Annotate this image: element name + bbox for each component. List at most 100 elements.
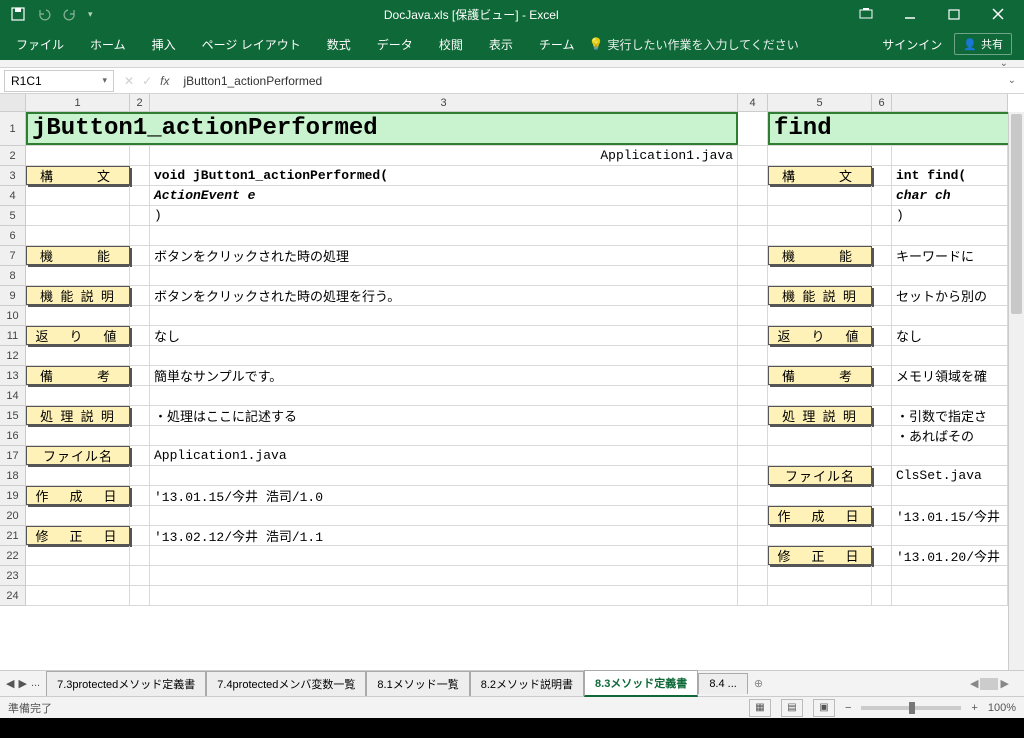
scroll-right-icon[interactable]: ▶ [1000,677,1008,690]
cell[interactable] [892,346,1008,365]
enter-icon[interactable]: ✓ [142,74,152,88]
row-header[interactable]: 19 [0,486,25,506]
cell[interactable] [738,166,768,185]
tab-nav-prev-icon[interactable]: ◀ [6,677,14,690]
cell[interactable] [738,586,768,605]
cell[interactable]: ) [892,206,1008,225]
cell[interactable] [738,246,768,265]
cell[interactable] [738,346,768,365]
expand-ribbon-icon[interactable]: ⌄ [1000,58,1008,69]
tab-insert[interactable]: 挿入 [140,30,188,59]
col-header[interactable]: 3 [150,94,738,111]
sheet-tab[interactable]: 7.3protectedメソッド定義書 [46,671,206,696]
row-header[interactable]: 14 [0,386,25,406]
cell[interactable] [738,226,768,245]
cell[interactable] [26,186,130,205]
cell[interactable] [768,226,872,245]
cell[interactable] [738,486,768,505]
cell[interactable] [872,346,892,365]
cell[interactable] [738,206,768,225]
label-syntax-2[interactable]: 構 文 [768,166,872,185]
cell[interactable] [738,306,768,325]
cell[interactable] [872,586,892,605]
expand-formula-icon[interactable]: ⌄ [1000,75,1024,86]
cell[interactable] [892,526,1008,545]
cell[interactable] [768,426,872,445]
cell[interactable] [26,586,130,605]
row-header[interactable]: 20 [0,506,25,526]
cell[interactable] [130,146,150,165]
tab-formulas[interactable]: 数式 [315,30,363,59]
cell[interactable] [872,186,892,205]
cell[interactable] [130,446,150,465]
cell[interactable] [738,546,768,565]
zoom-level[interactable]: 100% [988,702,1016,714]
cell[interactable] [130,166,150,185]
ribbon-options-icon[interactable] [848,0,884,28]
cell[interactable] [872,526,892,545]
row-header[interactable]: 13 [0,366,25,386]
cell[interactable] [872,406,892,425]
cell[interactable] [872,146,892,165]
cell[interactable]: char ch [892,186,1008,205]
cell[interactable] [872,546,892,565]
cell[interactable] [738,112,768,145]
cell[interactable] [768,186,872,205]
cells[interactable]: jButton1_actionPerformed find Applicatio… [26,112,1008,670]
tab-home[interactable]: ホーム [78,30,138,59]
cell[interactable]: void jButton1_actionPerformed( [150,166,738,185]
col-header[interactable] [892,94,1008,111]
cell[interactable] [130,466,150,485]
sheet-tab[interactable]: 8.1メソッド一覧 [366,671,469,696]
cell[interactable]: 簡単なサンプルです。 [150,366,738,385]
cell[interactable]: セットから別の [892,286,1008,305]
cell[interactable] [892,586,1008,605]
cell[interactable] [738,466,768,485]
cell[interactable]: Application1.java [150,146,738,165]
row-header[interactable]: 11 [0,326,25,346]
worksheet-grid[interactable]: 1 2 3 4 5 6 1 2 3 4 5 6 7 8 9 10 11 12 1… [0,94,1024,670]
label-note-2[interactable]: 備 考 [768,366,872,385]
cell[interactable] [872,166,892,185]
col-header[interactable]: 4 [738,94,768,111]
cell[interactable] [738,326,768,345]
cell[interactable] [130,246,150,265]
tab-pagelayout[interactable]: ページ レイアウト [190,30,313,59]
cell[interactable] [150,506,738,525]
scroll-left-icon[interactable]: ◀ [970,677,978,690]
label-function-2[interactable]: 機 能 [768,246,872,265]
cell[interactable] [150,466,738,485]
cell[interactable] [768,446,872,465]
horizontal-scrollbar[interactable]: ◀▶ [964,677,1024,690]
redo-icon[interactable] [62,6,78,22]
cell[interactable]: '13.02.12/今井 浩司/1.1 [150,526,738,545]
cell[interactable] [768,526,872,545]
cell[interactable] [872,466,892,485]
cell[interactable] [26,146,130,165]
cell[interactable] [150,566,738,585]
cell[interactable] [130,366,150,385]
chevron-down-icon[interactable]: ▾ [102,75,107,86]
select-all-corner[interactable] [0,94,26,111]
tell-me[interactable]: 💡 実行したい作業を入力してください [588,36,798,53]
cell[interactable] [130,286,150,305]
sheet-tab[interactable]: 8.2メソッド説明書 [470,671,584,696]
cell[interactable] [130,226,150,245]
row-header[interactable]: 24 [0,586,25,606]
fx-icon[interactable]: fx [160,74,169,88]
cell[interactable] [738,286,768,305]
cell[interactable]: '13.01.20/今井 [892,546,1008,565]
row-header[interactable]: 3 [0,166,25,186]
cell[interactable] [26,466,130,485]
zoom-out-icon[interactable]: − [845,702,851,714]
cell[interactable] [26,306,130,325]
cell[interactable] [768,146,872,165]
view-pagebreak-icon[interactable]: ▣ [813,699,835,717]
cell[interactable] [892,266,1008,285]
cell[interactable] [872,266,892,285]
cell[interactable] [738,366,768,385]
cell[interactable] [738,526,768,545]
cell[interactable]: int find( [892,166,1008,185]
row-header[interactable]: 21 [0,526,25,546]
cell[interactable] [26,566,130,585]
